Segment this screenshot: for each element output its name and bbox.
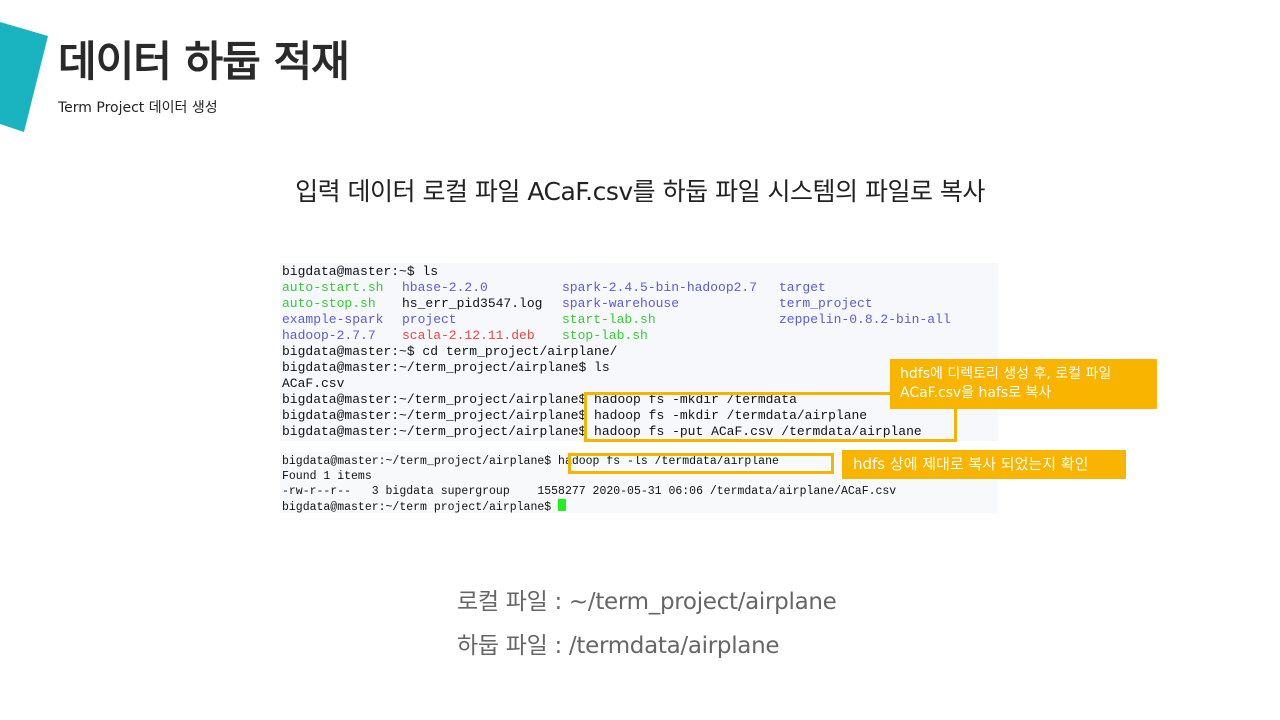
ls-entry: scala-2.12.11.deb: [402, 328, 535, 343]
terminal-line: ACaF.csv: [282, 376, 345, 391]
ls-entry: term_project: [779, 296, 873, 311]
ls-entry: stop-lab.sh: [562, 328, 648, 343]
accent-shape: [0, 22, 48, 132]
ls-entry: start-lab.sh: [562, 312, 656, 327]
ls-entry: hs_err_pid3547.log: [402, 296, 543, 311]
local-path-text: 로컬 파일 : ~/term_project/airplane: [457, 589, 837, 615]
slide-headline: 입력 데이터 로컬 파일 ACaF.csv를 하둡 파일 시스템의 파일로 복사: [295, 177, 985, 206]
callout-line: hdfs에 디렉토리 생성 후, 로컬 파일: [900, 366, 1112, 382]
ls-entry: hadoop-2.7.7: [282, 328, 376, 343]
terminal-line: Found 1 items: [282, 470, 372, 483]
ls-entry: auto-stop.sh: [282, 296, 376, 311]
terminal-line: bigdata@master:~$ cd term_project/airpla…: [282, 344, 618, 359]
terminal-line: bigdata@master:~$ ls: [282, 264, 439, 279]
ls-entry: spark-warehouse: [562, 296, 680, 311]
ls-entry: example-spark: [282, 312, 384, 327]
ls-entry: spark-2.4.5-bin-hadoop2.7: [562, 280, 758, 295]
callout-line: ACaF.csv을 hafs로 복사: [900, 385, 1052, 401]
terminal-cursor: [558, 499, 567, 511]
terminal-line: -rw-r--r-- 3 bigdata supergroup 1558277 …: [282, 485, 897, 498]
page-subtitle: Term Project 데이터 생성: [58, 100, 218, 116]
ls-entry: project: [402, 312, 457, 327]
terminal-prompt: bigdata@master:~/term project/airplane$: [282, 501, 559, 514]
ls-entry: target: [779, 280, 826, 295]
terminal-line: bigdata@master:~/term_project/airplane$ …: [282, 360, 610, 375]
page-title: 데이터 하둡 적재: [58, 37, 350, 86]
highlight-box-ls-command: [568, 453, 834, 474]
ls-entry: hbase-2.2.0: [402, 280, 488, 295]
ls-entry: zeppelin-0.8.2-bin-all: [779, 312, 951, 327]
callout-upload-note: hdfs에 디렉토리 생성 후, 로컬 파일 ACaF.csv을 hafs로 복…: [890, 359, 1157, 409]
hadoop-path-text: 하둡 파일 : /termdata/airplane: [457, 633, 780, 659]
ls-entry: auto-start.sh: [282, 280, 384, 295]
callout-verify-note: hdfs 상에 제대로 복사 되었는지 확인: [842, 450, 1126, 479]
terminal-prompt-line: bigdata@master:~/term project/airplane$: [282, 499, 567, 514]
